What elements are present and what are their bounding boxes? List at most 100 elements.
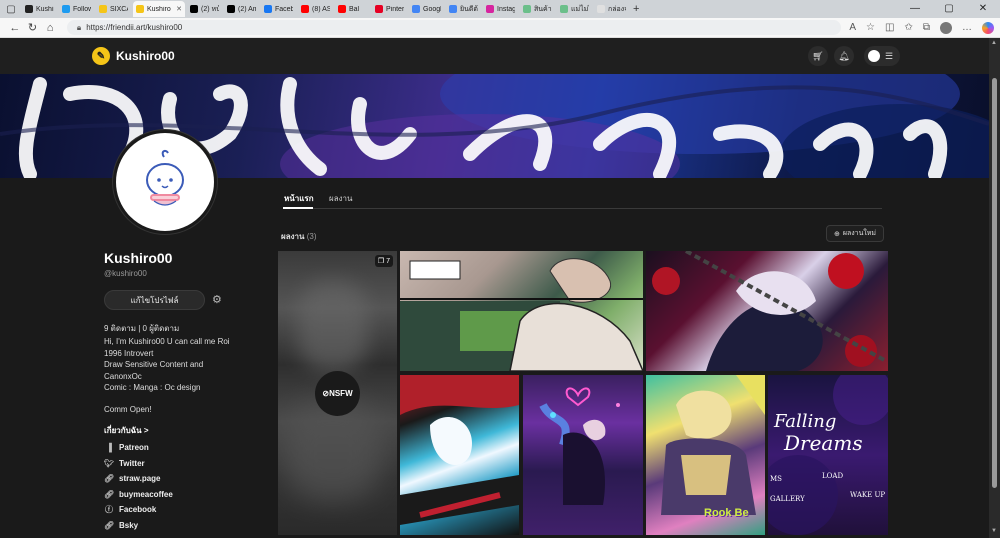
browser-tab[interactable]: (8) ASM xyxy=(298,1,333,17)
tab-favicon-icon xyxy=(227,5,235,13)
browser-tab[interactable]: (2) Am xyxy=(224,1,259,17)
notification-bell-icon[interactable]: 🔔︎ xyxy=(834,46,854,66)
favorites-icon[interactable]: ✩ xyxy=(904,22,912,33)
copilot-icon[interactable] xyxy=(982,21,994,34)
artwork-splash-blue[interactable] xyxy=(400,375,519,535)
artwork-neon-girl[interactable] xyxy=(523,375,643,535)
browser-tab[interactable]: (2) หน้าแ xyxy=(187,1,222,17)
tab-home[interactable]: หน้าแรก xyxy=(284,192,314,205)
tab-favicon-icon xyxy=(25,5,33,13)
browser-tab[interactable]: SIXCATI xyxy=(96,1,131,17)
browser-tab[interactable]: Pintere xyxy=(372,1,407,17)
tab-label: (8) ASM xyxy=(312,5,330,13)
browser-tab[interactable]: แม่ไม่ใช่ไ xyxy=(557,1,592,17)
ms-text: MS xyxy=(770,475,782,483)
new-tab-button[interactable]: + xyxy=(633,3,639,15)
tab-label: แม่ไม่ใช่ไ xyxy=(571,5,589,13)
tab-label: กล่องจด xyxy=(608,5,626,13)
tab-label: Kushiro xyxy=(147,5,171,13)
tab-label: สินค้าสแท xyxy=(534,5,552,13)
about-me-link[interactable]: เกี่ยวกับฉัน > xyxy=(104,424,149,437)
social-link-patreon[interactable]: ▐ Patreon xyxy=(104,440,254,456)
browser-tab[interactable]: กล่องจด xyxy=(594,1,629,17)
scroll-up-arrow-icon[interactable]: ▲ xyxy=(991,40,997,46)
artwork-nsfw[interactable]: ❐ 7 ⊘ NSFW xyxy=(278,251,397,535)
link-icon: 🔗︎ xyxy=(104,520,115,530)
scroll-down-arrow-icon[interactable]: ▼ xyxy=(991,528,997,534)
gallery-stack-icon: ❐ xyxy=(377,258,385,265)
social-link-buymeacoffee[interactable]: 🔗︎ buymeacoffee xyxy=(104,487,254,503)
social-link-label: Patreon xyxy=(119,443,149,453)
nsfw-badge[interactable]: ⊘ NSFW xyxy=(315,371,360,416)
wake-up-text: WAKE UP xyxy=(850,491,886,499)
url-field[interactable]: 🔒︎ https://friendii.art/kushiro00 xyxy=(66,20,842,35)
refresh-button[interactable]: ↻ xyxy=(24,21,42,34)
tab-label: ยินดีต้อนรั xyxy=(460,5,478,13)
tab-label: Facebo xyxy=(275,5,293,13)
browser-tab[interactable]: สินค้าสแท xyxy=(520,1,555,17)
browser-tab[interactable]: Followi xyxy=(59,1,94,17)
comic-art xyxy=(400,258,643,371)
browser-tab[interactable]: Kushiro xyxy=(22,1,57,17)
collections-icon[interactable]: ⧉ xyxy=(923,22,930,33)
tab-favicon-icon xyxy=(301,5,309,13)
browser-tab[interactable]: Instagra xyxy=(483,1,518,17)
browser-tab[interactable]: ยินดีต้อนรั xyxy=(446,1,481,17)
close-window-button[interactable]: ✕ xyxy=(966,0,1000,18)
artwork-comic-panel[interactable] xyxy=(400,251,643,371)
tab-label: SIXCATI xyxy=(110,5,128,13)
tab-works[interactable]: ผลงาน xyxy=(329,192,352,205)
social-link-straw-page[interactable]: 🔗︎ straw.page xyxy=(104,471,254,487)
artwork-rook-cover[interactable]: Rook Be xyxy=(646,375,765,535)
scrollbar-thumb[interactable] xyxy=(992,78,997,488)
profile-avatar[interactable] xyxy=(113,130,217,234)
profile-tabs: หน้าแรก ผลงาน xyxy=(283,188,882,209)
social-link-twitter[interactable]: 🐦︎ Twitter xyxy=(104,456,254,472)
tab-label: (2) Am xyxy=(238,5,256,13)
blurred-shape xyxy=(298,281,368,371)
browser-tab[interactable]: Facebo xyxy=(261,1,296,17)
artwork-character-red[interactable] xyxy=(646,251,888,371)
user-menu-button[interactable]: ☰ xyxy=(864,46,900,66)
browser-tab[interactable]: Kushiro ✕ xyxy=(133,1,185,17)
cart-icon[interactable]: 🛒︎ xyxy=(808,46,828,66)
tab-label: (2) หน้าแ xyxy=(201,5,219,13)
maximize-button[interactable]: ▢ xyxy=(932,0,966,18)
close-tab-icon[interactable]: ✕ xyxy=(174,5,182,13)
browser-tools: A ☆ ◫ ✩ ⧉ … xyxy=(849,21,994,34)
follow-stats[interactable]: 9 ติดตาม | 0 ผู้ติดตาม xyxy=(104,322,179,335)
image-count: 7 xyxy=(386,258,390,265)
social-link-facebook[interactable]: ⓕ Facebook xyxy=(104,502,254,518)
browser-tab[interactable]: Bal xyxy=(335,1,370,17)
artwork-falling-dreams[interactable]: Falling Dreams MS LOAD GALLERY WAKE UP xyxy=(768,375,888,535)
read-aloud-icon[interactable]: A xyxy=(849,22,856,33)
tab-favicon-icon xyxy=(62,5,70,13)
browser-tab[interactable]: Google xyxy=(409,1,444,17)
split-screen-icon[interactable]: ◫ xyxy=(885,22,894,33)
plus-circle-icon: ⊕ xyxy=(833,230,840,238)
settings-gear-icon[interactable]: ⚙ xyxy=(212,293,222,306)
new-work-button[interactable]: ⊕ ผลงานใหม่ xyxy=(826,225,884,242)
favorite-star-icon[interactable]: ☆ xyxy=(866,22,875,33)
twitter-icon: 🐦︎ xyxy=(104,458,115,468)
tab-favicon-icon xyxy=(560,5,568,13)
minimize-button[interactable]: — xyxy=(898,0,932,18)
browser-address-bar: ← ↻ ⌂ 🔒︎ https://friendii.art/kushiro00 … xyxy=(0,18,1000,38)
page-scrollbar[interactable]: ▲ ▼ xyxy=(989,38,1000,538)
home-button[interactable]: ⌂ xyxy=(41,22,59,34)
edit-profile-button[interactable]: แก้ไขโปรไฟล์ xyxy=(104,290,205,310)
site-title[interactable]: Kushiro00 xyxy=(116,49,175,63)
more-options-icon[interactable]: … xyxy=(962,22,972,33)
social-links: ▐ Patreon 🐦︎ Twitter 🔗︎ straw.page 🔗︎ buymeacof… xyxy=(104,440,254,533)
social-link-label: buymeacoffee xyxy=(119,489,173,499)
browser-profile-icon[interactable] xyxy=(940,21,952,34)
tab-favicon-icon xyxy=(99,5,107,13)
tab-actions-icon[interactable]: ▢ xyxy=(4,2,18,16)
tab-label: Instagra xyxy=(497,5,515,13)
site-logo-icon[interactable]: ✎ xyxy=(92,47,110,65)
back-button[interactable]: ← xyxy=(6,22,24,34)
social-link-bsky[interactable]: 🔗︎ Bsky xyxy=(104,518,254,534)
splash-art xyxy=(400,375,519,525)
link-icon: 🔗︎ xyxy=(104,474,115,484)
patreon-icon: ▐ xyxy=(106,443,112,453)
